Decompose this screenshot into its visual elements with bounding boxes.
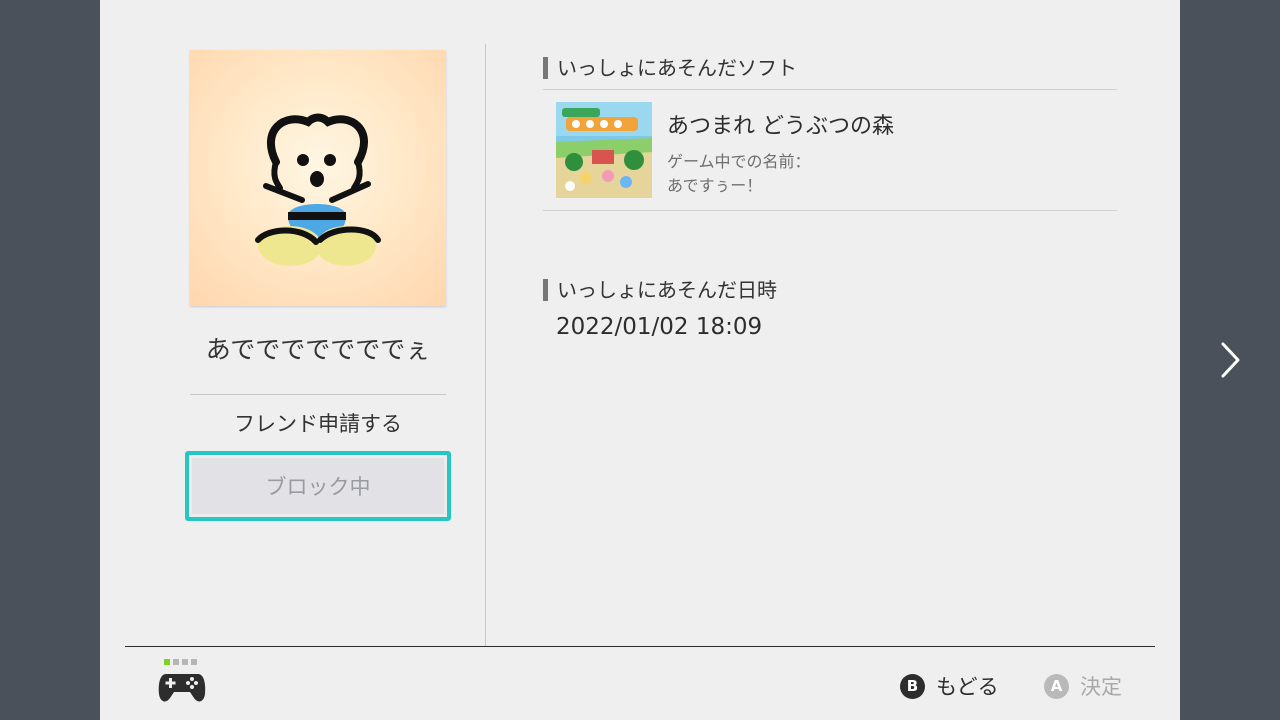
divider: [190, 394, 446, 395]
friend-request-button[interactable]: フレンド申請する: [190, 408, 446, 438]
game-thumbnail: [556, 102, 652, 198]
played-date-value: 2022/01/02 18:09: [556, 314, 763, 340]
game-title: あつまれ どうぶつの森: [667, 114, 894, 139]
block-button[interactable]: ブロック中: [185, 451, 451, 521]
back-button[interactable]: B もどる: [900, 671, 999, 701]
in-game-name-label: ゲーム中での名前：: [667, 152, 811, 171]
profile-panel: あでででででででぇ フレンド申請する ブロック中 いっしょにあそんだソフト あつ…: [100, 0, 1180, 720]
back-label: もどる: [936, 675, 999, 699]
controller-icon: [158, 658, 208, 706]
username: あでででででででぇ: [205, 335, 431, 364]
chevron-right-icon[interactable]: [1216, 340, 1246, 380]
user-avatar: [190, 50, 446, 306]
played-date-heading: いっしょにあそんだ日時: [543, 278, 777, 302]
divider: [543, 210, 1117, 211]
confirm-label: 決定: [1080, 675, 1122, 699]
in-game-name-value: あですぅー！: [667, 176, 763, 195]
vertical-divider: [485, 44, 486, 647]
b-button-icon: B: [900, 673, 925, 699]
a-button-icon: A: [1044, 673, 1069, 699]
confirm-button[interactable]: A 決定: [1044, 671, 1122, 701]
block-button-label: ブロック中: [192, 458, 444, 514]
divider: [543, 89, 1117, 90]
played-software-heading: いっしょにあそんだソフト: [543, 56, 797, 80]
footer-divider: [125, 646, 1155, 647]
